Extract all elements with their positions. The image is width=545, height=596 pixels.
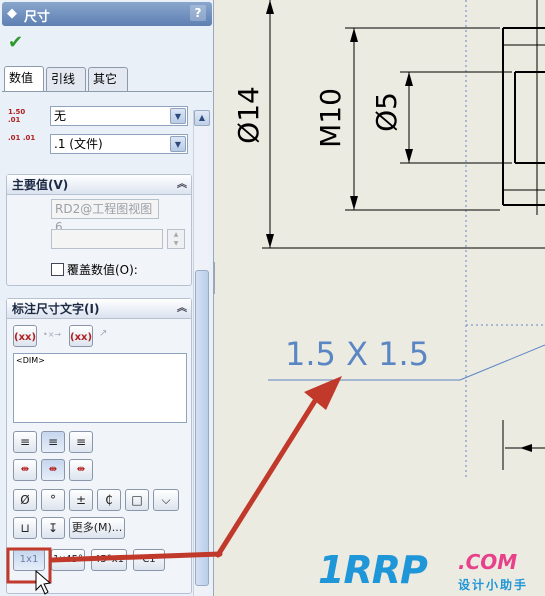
help-button[interactable]: ?	[190, 5, 206, 21]
tab-other[interactable]: 其它	[88, 67, 128, 91]
primary-value-title: 主要值(V)	[12, 178, 69, 192]
scroll-up-icon[interactable]: ▲	[194, 110, 210, 126]
chamfer-45x1-button[interactable]: 45°x1	[91, 549, 127, 571]
more-symbols-dropdown[interactable]: ⌵	[153, 489, 179, 511]
value-spinner: ▲ ▼	[167, 229, 185, 249]
more-button[interactable]: 更多(M)...	[69, 517, 125, 539]
tolerance-type-icon: 1.50 .01	[8, 108, 26, 124]
collapse-icon[interactable]: ︽	[177, 175, 187, 195]
primary-value-header[interactable]: 主要值(V) ︽	[7, 175, 191, 195]
counterbore-symbol-button[interactable]: ⊔	[13, 517, 37, 539]
degree-symbol-button[interactable]: °	[41, 489, 65, 511]
watermark-brand: 1RRP	[318, 548, 428, 592]
panel-scrollbar[interactable]: ▲	[193, 110, 210, 596]
collapse-icon[interactable]: ︽	[177, 299, 187, 319]
precision-value: .1 (文件)	[54, 137, 103, 151]
tab-value[interactable]: 数值	[4, 66, 44, 91]
watermark-tagline: 设计小助手	[458, 578, 529, 592]
override-value-label: 覆盖数值(O):	[67, 263, 138, 277]
text-position-right-button[interactable]: ⇹	[69, 459, 93, 481]
drawing-canvas[interactable]: Ø14 M10 Ø5 1.5 X 1.5	[215, 0, 545, 596]
center-dimension-icon: •×→	[43, 330, 62, 339]
chamfer-1x45-button[interactable]: 1x45°	[51, 549, 85, 571]
scrollbar-thumb[interactable]	[195, 270, 209, 586]
plus-minus-symbol-button[interactable]: ±	[69, 489, 93, 511]
chevron-down-icon[interactable]: ▼	[170, 136, 186, 152]
panel-title: 尺寸	[24, 10, 51, 25]
site-watermark: 1RRP .COM 设计小助手	[318, 548, 538, 594]
tolerance-type-value: 无	[54, 109, 67, 123]
text-position-center-button[interactable]: ⇹	[41, 459, 65, 481]
centerline-symbol-button[interactable]: ₵	[97, 489, 121, 511]
panel-title-bar: ◆ 尺寸 ?	[2, 2, 212, 26]
chamfer-dimension-preview[interactable]: 1.5 X 1.5	[285, 335, 429, 373]
primary-value-section: 主要值(V) ︽ RD2@工程图视图6 ▲ ▼ 覆盖数值(O):	[6, 174, 192, 286]
diameter-symbol-button[interactable]: Ø	[13, 489, 37, 511]
chevron-down-icon[interactable]: ▼	[170, 108, 186, 124]
chamfer-1x1-button[interactable]: 1x1	[13, 549, 45, 571]
dim-diameter-5[interactable]: Ø5	[370, 92, 403, 132]
align-right-button[interactable]: ≡	[69, 431, 93, 453]
ok-check-icon[interactable]: ✔	[8, 32, 23, 53]
dim-m10[interactable]: M10	[314, 88, 347, 148]
property-manager-panel: ◆ 尺寸 ? ✔ 数值 引线 其它 1.50 .01 无 ▼ .01 .01 .…	[0, 0, 214, 596]
precision-select[interactable]: .1 (文件) ▼	[50, 134, 188, 154]
dimension-text-section: 标注尺寸文字(I) ︽ (xx) •×→ (xx) ↗ <DIM> ≡ ≡ ≡ …	[6, 298, 192, 594]
square-symbol-button[interactable]: □	[125, 489, 149, 511]
tab-divider	[2, 91, 212, 92]
primary-value-field	[51, 229, 163, 249]
dimension-text-area[interactable]: <DIM>	[13, 353, 187, 423]
watermark-domain: .COM	[458, 550, 518, 574]
text-position-left-button[interactable]: ⇹	[13, 459, 37, 481]
add-parentheses-button[interactable]: (xx)	[13, 325, 37, 347]
precision-icon: .01 .01	[8, 134, 36, 142]
dim-diameter-14[interactable]: Ø14	[232, 86, 265, 144]
align-center-button[interactable]: ≡	[41, 431, 65, 453]
chamfer-c1-button[interactable]: C1	[133, 549, 165, 571]
panel-content: 1.50 .01 无 ▼ .01 .01 .1 (文件) ▼ 主要值(V) ︽ …	[2, 94, 212, 596]
dimension-text-header[interactable]: 标注尺寸文字(I) ︽	[7, 299, 191, 319]
tab-leader[interactable]: 引线	[46, 67, 86, 91]
offset-text-icon: ↗	[99, 328, 108, 339]
override-value-checkbox[interactable]	[51, 263, 64, 276]
align-left-button[interactable]: ≡	[13, 431, 37, 453]
annotation-arrow	[215, 393, 321, 558]
drawing-svg: Ø14 M10 Ø5 1.5 X 1.5	[215, 0, 545, 558]
inspection-dimension-button[interactable]: (xx)	[69, 325, 93, 347]
reference-field: RD2@工程图视图6	[51, 199, 159, 234]
tolerance-type-select[interactable]: 无 ▼	[50, 106, 188, 126]
dimension-text-title: 标注尺寸文字(I)	[12, 302, 100, 316]
dimension-icon: ◆	[7, 6, 17, 21]
depth-symbol-button[interactable]: ↧	[41, 517, 65, 539]
